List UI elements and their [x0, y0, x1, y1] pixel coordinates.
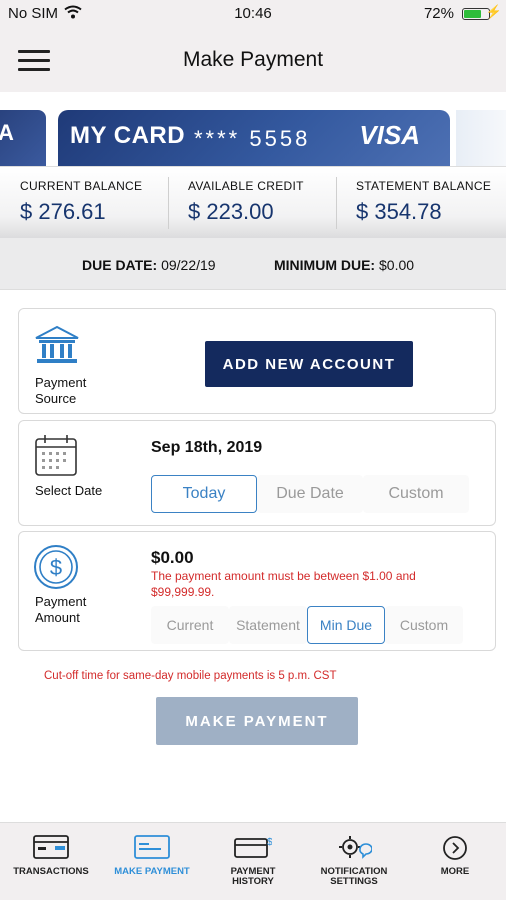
payment-history-icon: $	[234, 837, 272, 858]
date-options: Today Due Date Custom	[151, 475, 469, 513]
calendar-icon	[35, 435, 77, 476]
minimum-due-value: $0.00	[379, 257, 415, 273]
payment-amount-label-line1: Payment	[35, 594, 87, 609]
card-carousel[interactable]: A MY CARD **** 5558 VISA	[0, 92, 506, 166]
next-card-edge	[456, 110, 506, 166]
previous-card[interactable]: A	[0, 110, 46, 166]
due-info-row: DUE DATE: 09/22/19 MINIMUM DUE: $0.00	[0, 238, 506, 290]
payment-amount-label: Payment Amount	[35, 594, 86, 626]
card-brand-logo: VISA	[359, 120, 420, 150]
tab-notification-settings-label-line2: SETTINGS	[330, 876, 378, 887]
tab-more-label: MORE	[440, 866, 470, 877]
status-bar: No SIM 10:46 72% ⚡	[0, 0, 506, 28]
select-date-panel: Select Date Sep 18th, 2019 Today Due Dat…	[18, 420, 496, 526]
amount-options: Current Statement Min Due Custom	[151, 606, 463, 644]
tab-notification-settings[interactable]: NOTIFICATION SETTINGS	[304, 823, 404, 900]
available-credit-label: AVAILABLE CREDIT	[188, 179, 304, 193]
balances-row: CURRENT BALANCE $ 276.61 AVAILABLE CREDI…	[0, 166, 506, 238]
due-date-value: 09/22/19	[161, 257, 216, 273]
minimum-due-label: MINIMUM DUE:	[274, 257, 376, 273]
available-credit: AVAILABLE CREDIT $ 223.00	[188, 167, 336, 239]
payment-source-label-line2: Source	[35, 391, 77, 406]
tab-payment-history-label-line2: HISTORY	[232, 876, 274, 887]
notification-settings-icon	[339, 836, 372, 859]
amount-option-statement[interactable]: Statement	[229, 606, 307, 644]
charging-icon: ⚡	[485, 4, 502, 19]
divider	[168, 177, 169, 229]
select-date-label: Select Date	[35, 483, 103, 498]
card-number: **** 5558	[194, 126, 311, 151]
add-new-account-button[interactable]: ADD NEW ACCOUNT	[205, 341, 413, 387]
payment-amount-label-line2: Amount	[35, 610, 80, 625]
tab-notification-settings-label: NOTIFICATION SETTINGS	[304, 867, 404, 887]
available-credit-value: $ 223.00	[188, 199, 274, 224]
payment-amount-error: The payment amount must be between $1.00…	[151, 569, 416, 599]
current-balance-label: CURRENT BALANCE	[20, 179, 143, 193]
amount-option-current[interactable]: Current	[151, 606, 229, 644]
payment-source-label-line1: Payment	[35, 375, 87, 390]
tab-more[interactable]: MORE	[405, 823, 505, 900]
more-icon	[443, 836, 467, 860]
statement-balance-value: $ 354.78	[356, 199, 442, 224]
current-balance-value: $ 276.61	[20, 199, 106, 224]
date-option-custom[interactable]: Custom	[363, 475, 469, 513]
bank-icon	[35, 325, 79, 363]
current-balance: CURRENT BALANCE $ 276.61	[20, 167, 168, 239]
tab-payment-history[interactable]: $ PAYMENT HISTORY	[203, 823, 303, 900]
dollar-icon: $	[34, 545, 78, 589]
payment-amount-panel: $ Payment Amount $0.00 The payment amoun…	[18, 531, 496, 651]
previous-card-label: A	[0, 120, 14, 145]
date-option-due-date[interactable]: Due Date	[257, 475, 363, 513]
payment-source-panel: Payment Source ADD NEW ACCOUNT	[18, 308, 496, 414]
due-date: DUE DATE: 09/22/19	[82, 257, 216, 273]
amount-option-custom[interactable]: Custom	[385, 606, 463, 644]
battery-percentage: 72%	[423, 5, 454, 22]
make-payment-icon	[134, 835, 170, 859]
tab-make-payment[interactable]: MAKE PAYMENT	[102, 823, 202, 900]
selected-card[interactable]: MY CARD **** 5558 VISA	[58, 110, 450, 166]
date-option-today[interactable]: Today	[151, 475, 257, 513]
page-title: Make Payment	[182, 48, 324, 71]
tab-make-payment-label: MAKE PAYMENT	[114, 866, 190, 877]
payment-amount-value[interactable]: $0.00	[151, 548, 194, 568]
transactions-icon	[33, 835, 69, 859]
due-date-label: DUE DATE:	[82, 257, 158, 273]
nav-bar: Make Payment	[0, 28, 506, 92]
cutoff-note: Cut-off time for same-day mobile payment…	[44, 670, 337, 682]
minimum-due: MINIMUM DUE: $0.00	[274, 257, 414, 273]
tab-payment-history-label: PAYMENT HISTORY	[203, 867, 303, 887]
tab-transactions[interactable]: TRANSACTIONS	[1, 823, 101, 900]
divider	[336, 177, 337, 229]
tab-transactions-label: TRANSACTIONS	[13, 866, 89, 877]
statement-balance-label: STATEMENT BALANCE	[356, 179, 492, 193]
card-name: MY CARD	[70, 122, 186, 149]
amount-option-min-due[interactable]: Min Due	[307, 606, 385, 644]
make-payment-button[interactable]: MAKE PAYMENT	[156, 697, 358, 745]
svg-text:$: $	[50, 555, 62, 580]
statement-balance: STATEMENT BALANCE $ 354.78	[356, 167, 506, 239]
selected-date: Sep 18th, 2019	[151, 439, 263, 456]
svg-text:$: $	[267, 837, 272, 848]
payment-source-label: Payment Source	[35, 375, 86, 407]
bottom-tab-bar: TRANSACTIONS MAKE PAYMENT $ PAYMENT HIST…	[0, 822, 506, 900]
